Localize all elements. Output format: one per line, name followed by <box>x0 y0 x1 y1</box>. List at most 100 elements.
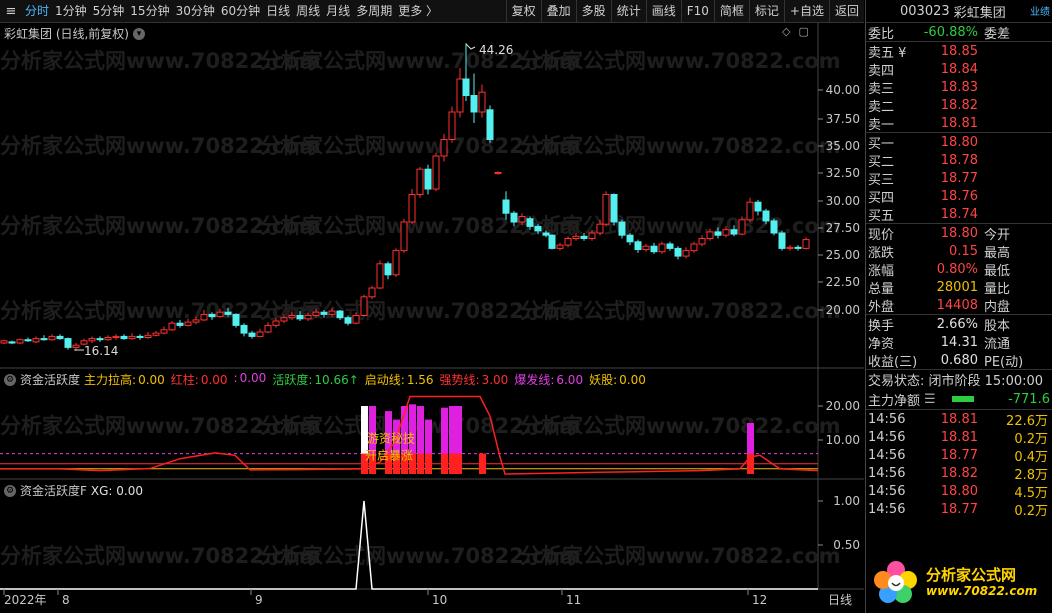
candle-body <box>136 335 144 338</box>
tool-button-6[interactable]: 简框 <box>713 0 749 22</box>
settings-icon[interactable]: ⚙ <box>4 484 16 497</box>
indicator1-item: 强势线: 3.00 <box>440 371 509 388</box>
tab-period-2[interactable]: 5分钟 <box>90 0 128 22</box>
annotation-text: 开启暴涨 <box>365 447 413 462</box>
tab-period-3[interactable]: 15分钟 <box>127 0 172 22</box>
bid-row-price: 18.77 <box>940 170 978 186</box>
tab-period-4[interactable]: 30分钟 <box>173 0 218 22</box>
indicator1-item: :0.00 <box>234 371 267 388</box>
candle-body <box>502 199 510 214</box>
tab-period-6[interactable]: 日线 <box>263 0 293 22</box>
performance-link[interactable]: 业绩 <box>1030 3 1050 18</box>
list-icon[interactable]: ☰ <box>924 392 936 407</box>
chart-area[interactable]: 分析家公式网www.70822.com 分析家公式网www.70822.com 分析… <box>0 23 864 613</box>
tool-button-8[interactable]: +自选 <box>783 0 829 22</box>
tool-button-5[interactable]: F10 <box>680 0 714 22</box>
tool-button-2[interactable]: 多股 <box>575 0 611 22</box>
candle-body <box>462 78 470 96</box>
tab-period-0[interactable]: 分时 <box>22 0 52 22</box>
tab-period-7[interactable]: 周线 <box>293 0 323 22</box>
tab-period-8[interactable]: 月线 <box>323 0 353 22</box>
tool-button-9[interactable]: 返回 <box>828 0 864 22</box>
net-flow-row: 主力净额 ☰ -771.6 <box>866 389 1052 409</box>
red-bar <box>479 453 486 474</box>
bid-row-label: 买五 <box>868 208 895 224</box>
tab-period-1[interactable]: 1分钟 <box>52 0 90 22</box>
candle-body <box>288 315 296 319</box>
ask-row-label: 卖二 <box>868 99 895 115</box>
settings-icon[interactable]: ⚙ <box>4 373 16 386</box>
candle-body <box>0 340 8 344</box>
indicator2-title: ⚙ 资金活跃度F XG: 0.00 <box>4 482 143 499</box>
indicator2-xg: XG: 0.00 <box>90 483 144 498</box>
main-chart-tools: ◇ ▢ <box>782 25 809 38</box>
watermark-text: 分析家公式网www.70822.com <box>520 134 841 158</box>
tick-volume: 2.8万 <box>1014 467 1048 483</box>
stat-label-2: 量比 <box>984 281 1011 297</box>
period-tabs: 分时 1分钟 5分钟 15分钟 30分钟 60分钟 日线 周线 月线 多周期 更多 〉 <box>22 0 441 22</box>
stat-row: 涨幅 0.80% 最低 <box>866 260 1052 279</box>
trade-status: 交易状态: 闭市阶段 15:00:00 <box>868 374 1044 389</box>
x-tick-label: 日线 <box>828 593 852 607</box>
indicator1-item-value: 0.00 <box>138 373 165 387</box>
tool-button-0[interactable]: 复权 <box>505 0 541 22</box>
bid-row-price: 18.76 <box>940 188 978 204</box>
y-tick-label: 30.00 <box>826 194 860 208</box>
indicator1-item-value: 0.00 <box>239 371 267 385</box>
candle-body <box>168 322 176 331</box>
y-tick-label: 35.00 <box>826 139 860 153</box>
kline-svg[interactable]: 分析家公式网www.70822.com 分析家公式网www.70822.com 分析… <box>0 23 864 613</box>
candle-body <box>392 250 400 276</box>
y-tick-label: 40.00 <box>826 83 860 97</box>
tool-button-3[interactable]: 统计 <box>610 0 646 22</box>
stat-label-2: 股本 <box>984 318 1011 334</box>
candle-body <box>674 247 682 257</box>
candle-body <box>384 263 392 276</box>
candle-body <box>104 337 112 341</box>
menu-icon[interactable]: ≡ <box>0 0 22 22</box>
candle-body <box>470 95 478 113</box>
candle-body <box>754 201 762 212</box>
weibi-row: 委比 -60.88% 委差 <box>866 23 1052 42</box>
site-logo: 分析家公式网 www.70822.com <box>866 550 1052 613</box>
tick-row: 14:56 18.82 2.8万 <box>866 464 1052 483</box>
candle-body <box>588 232 596 239</box>
low-label: 16.14 <box>84 344 118 358</box>
diamond-icon[interactable]: ◇ <box>782 25 790 38</box>
chevron-down-icon[interactable]: ▾ <box>133 27 145 40</box>
ask-row-price: 18.81 <box>940 115 978 131</box>
weicha-label: 委差 <box>984 26 1011 42</box>
candle-body <box>200 313 208 321</box>
tool-button-1[interactable]: 叠加 <box>540 0 576 22</box>
candle-body <box>176 322 184 326</box>
tab-period-5[interactable]: 60分钟 <box>218 0 263 22</box>
candle-body <box>738 219 746 235</box>
candle-body <box>40 338 48 341</box>
tick-price: 18.77 <box>940 501 978 517</box>
tick-volume: 0.2万 <box>1014 431 1048 447</box>
red-bar <box>449 453 456 474</box>
stat-row: 外盘 14408 内盘 <box>866 296 1052 315</box>
tool-button-7[interactable]: 标记 <box>748 0 784 22</box>
bid-row-label: 买三 <box>868 172 895 188</box>
candle-body <box>224 311 232 315</box>
candle-body <box>336 310 344 319</box>
candle-body <box>556 244 564 249</box>
stat-label: 总量 <box>868 281 895 297</box>
candle-body <box>526 218 534 227</box>
indicator1-item-label: 妖股: <box>589 373 618 387</box>
watermark-text: 分析家公式网www.70822.com <box>520 299 841 323</box>
quote-panel: 003023 彩虹集团 业绩 委比 -60.88% 委差 卖五 ¥18.85 卖四… <box>865 0 1052 613</box>
net-flow-bar <box>951 396 974 402</box>
candle-body <box>658 243 666 253</box>
candle-body <box>542 232 550 236</box>
tab-period-10[interactable]: 更多 〉 <box>395 0 441 22</box>
tab-period-9[interactable]: 多周期 <box>353 0 395 22</box>
red-bar <box>455 453 462 474</box>
indicator1-item: 活跃度: 10.66↑ <box>272 371 358 388</box>
indicator1-item: 妖股: 0.00 <box>589 371 646 388</box>
tool-button-4[interactable]: 画线 <box>645 0 681 22</box>
ask-row: 卖二 18.82 <box>866 96 1052 115</box>
window-icon[interactable]: ▢ <box>798 25 808 38</box>
y-tick-label: 32.50 <box>826 166 860 180</box>
